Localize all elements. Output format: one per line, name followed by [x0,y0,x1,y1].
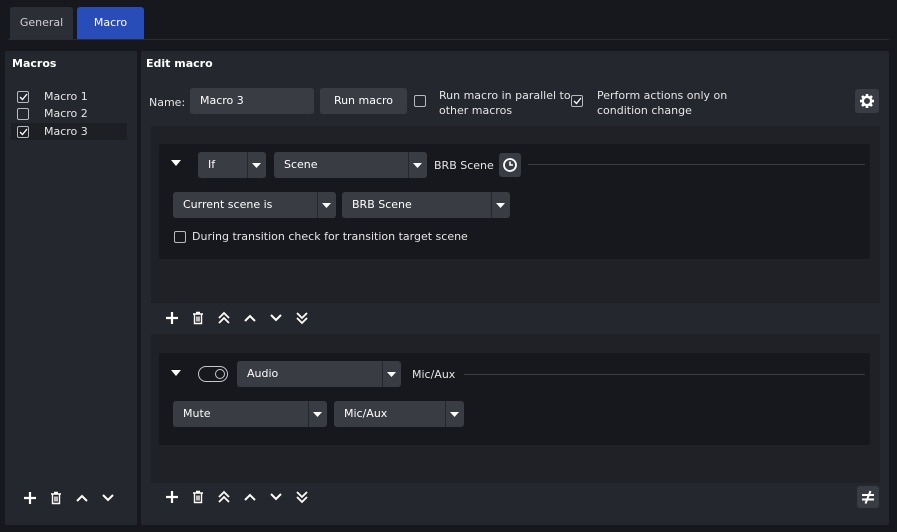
run-macro-button[interactable]: Run macro [320,88,407,114]
delete-macro-button[interactable] [46,488,66,508]
macro-list-item-1[interactable]: Macro 1 [11,88,127,105]
trash-icon [193,490,203,504]
name-label: Name: [149,96,186,109]
macro-list-item-2[interactable]: Macro 2 [11,105,127,122]
condition-summary: BRB Scene [434,159,494,172]
check-icon [19,93,28,100]
macro-list-item-label: Macro 3 [44,125,88,138]
macro-list-item-label: Macro 2 [44,107,88,120]
collapse-triangle-icon[interactable] [170,368,182,378]
chevron-up-icon [244,493,256,501]
macro-list-item-label: Macro 1 [44,90,88,103]
settings-button[interactable] [855,89,879,113]
dropdown-arrow-icon [313,412,322,417]
conditions-toolbar [162,307,318,329]
action-header-divider [464,374,865,375]
duration-button[interactable] [499,153,521,177]
double-chevron-down-icon [296,312,308,325]
plus-icon [166,491,178,503]
plus-icon [24,492,36,504]
tab-macro[interactable]: Macro [77,7,144,39]
tab-general[interactable]: General [10,7,73,39]
not-equal-icon [862,490,874,504]
move-condition-bottom-button[interactable] [292,308,312,328]
check-icon [19,128,28,135]
action-enable-toggle[interactable] [198,366,228,382]
actions-toolbar [162,486,318,508]
double-chevron-down-icon [296,491,308,504]
move-condition-top-button[interactable] [214,308,234,328]
check-icon [573,97,582,105]
move-action-up-button[interactable] [240,487,260,507]
perform-on-change-checkbox[interactable] [571,95,583,107]
scene-check-type-select[interactable]: Current scene is [173,192,336,218]
macro-list-toolbar [20,487,124,509]
condition-logic-select[interactable]: If [198,152,266,178]
dropdown-arrow-icon [413,163,422,168]
run-parallel-checkbox[interactable] [414,95,426,107]
action-type-select[interactable]: Audio [237,361,401,387]
macro-enabled-checkbox[interactable] [17,90,29,103]
gear-icon [860,94,874,108]
collapse-triangle-icon[interactable] [170,158,182,168]
trash-icon [51,491,61,505]
else-actions-toggle-button[interactable] [857,486,879,508]
add-condition-button[interactable] [162,308,182,328]
move-action-top-button[interactable] [214,487,234,507]
toggle-knob [215,368,225,379]
condition-header-divider [528,164,865,165]
dropdown-arrow-icon [387,372,396,377]
macro-list-item-3[interactable]: Macro 3 [11,123,127,140]
move-condition-down-button[interactable] [266,308,286,328]
chevron-down-icon [270,493,282,501]
trash-icon [193,311,203,325]
move-action-down-button[interactable] [266,487,286,507]
clock-icon [503,158,517,172]
scene-select[interactable]: BRB Scene [342,192,510,218]
condition-type-select[interactable]: Scene [274,152,427,178]
perform-on-change-label: Perform actions only on condition change [597,89,728,117]
double-chevron-up-icon [218,311,230,324]
plus-icon [166,312,178,324]
move-action-bottom-button[interactable] [292,487,312,507]
dropdown-arrow-icon [322,203,331,208]
delete-action-button[interactable] [188,487,208,507]
chevron-down-icon [270,314,282,322]
macro-enabled-checkbox[interactable] [17,107,29,120]
add-action-button[interactable] [162,487,182,507]
dropdown-arrow-icon [252,163,261,168]
chevron-down-icon [102,494,114,502]
move-condition-up-button[interactable] [240,308,260,328]
audio-source-select[interactable]: Mic/Aux [334,401,464,427]
macro-name-input[interactable]: Macro 3 [190,88,314,114]
macro-enabled-checkbox[interactable] [17,125,29,138]
delete-condition-button[interactable] [188,308,208,328]
tab-divider [8,39,889,40]
chevron-up-icon [244,314,256,322]
dropdown-arrow-icon [450,412,459,417]
move-macro-up-button[interactable] [72,488,92,508]
macros-heading: Macros [12,57,57,70]
chevron-up-icon [76,494,88,502]
run-parallel-label: Run macro in parallel to other macros [439,89,571,117]
edit-macro-heading: Edit macro [146,57,213,70]
audio-action-select[interactable]: Mute [173,401,327,427]
transition-check-label: During transition check for transition t… [192,230,468,243]
transition-check-checkbox[interactable] [174,231,186,243]
move-macro-down-button[interactable] [98,488,118,508]
add-macro-button[interactable] [20,488,40,508]
dropdown-arrow-icon [496,203,505,208]
double-chevron-up-icon [218,490,230,503]
action-summary: Mic/Aux [412,368,456,381]
